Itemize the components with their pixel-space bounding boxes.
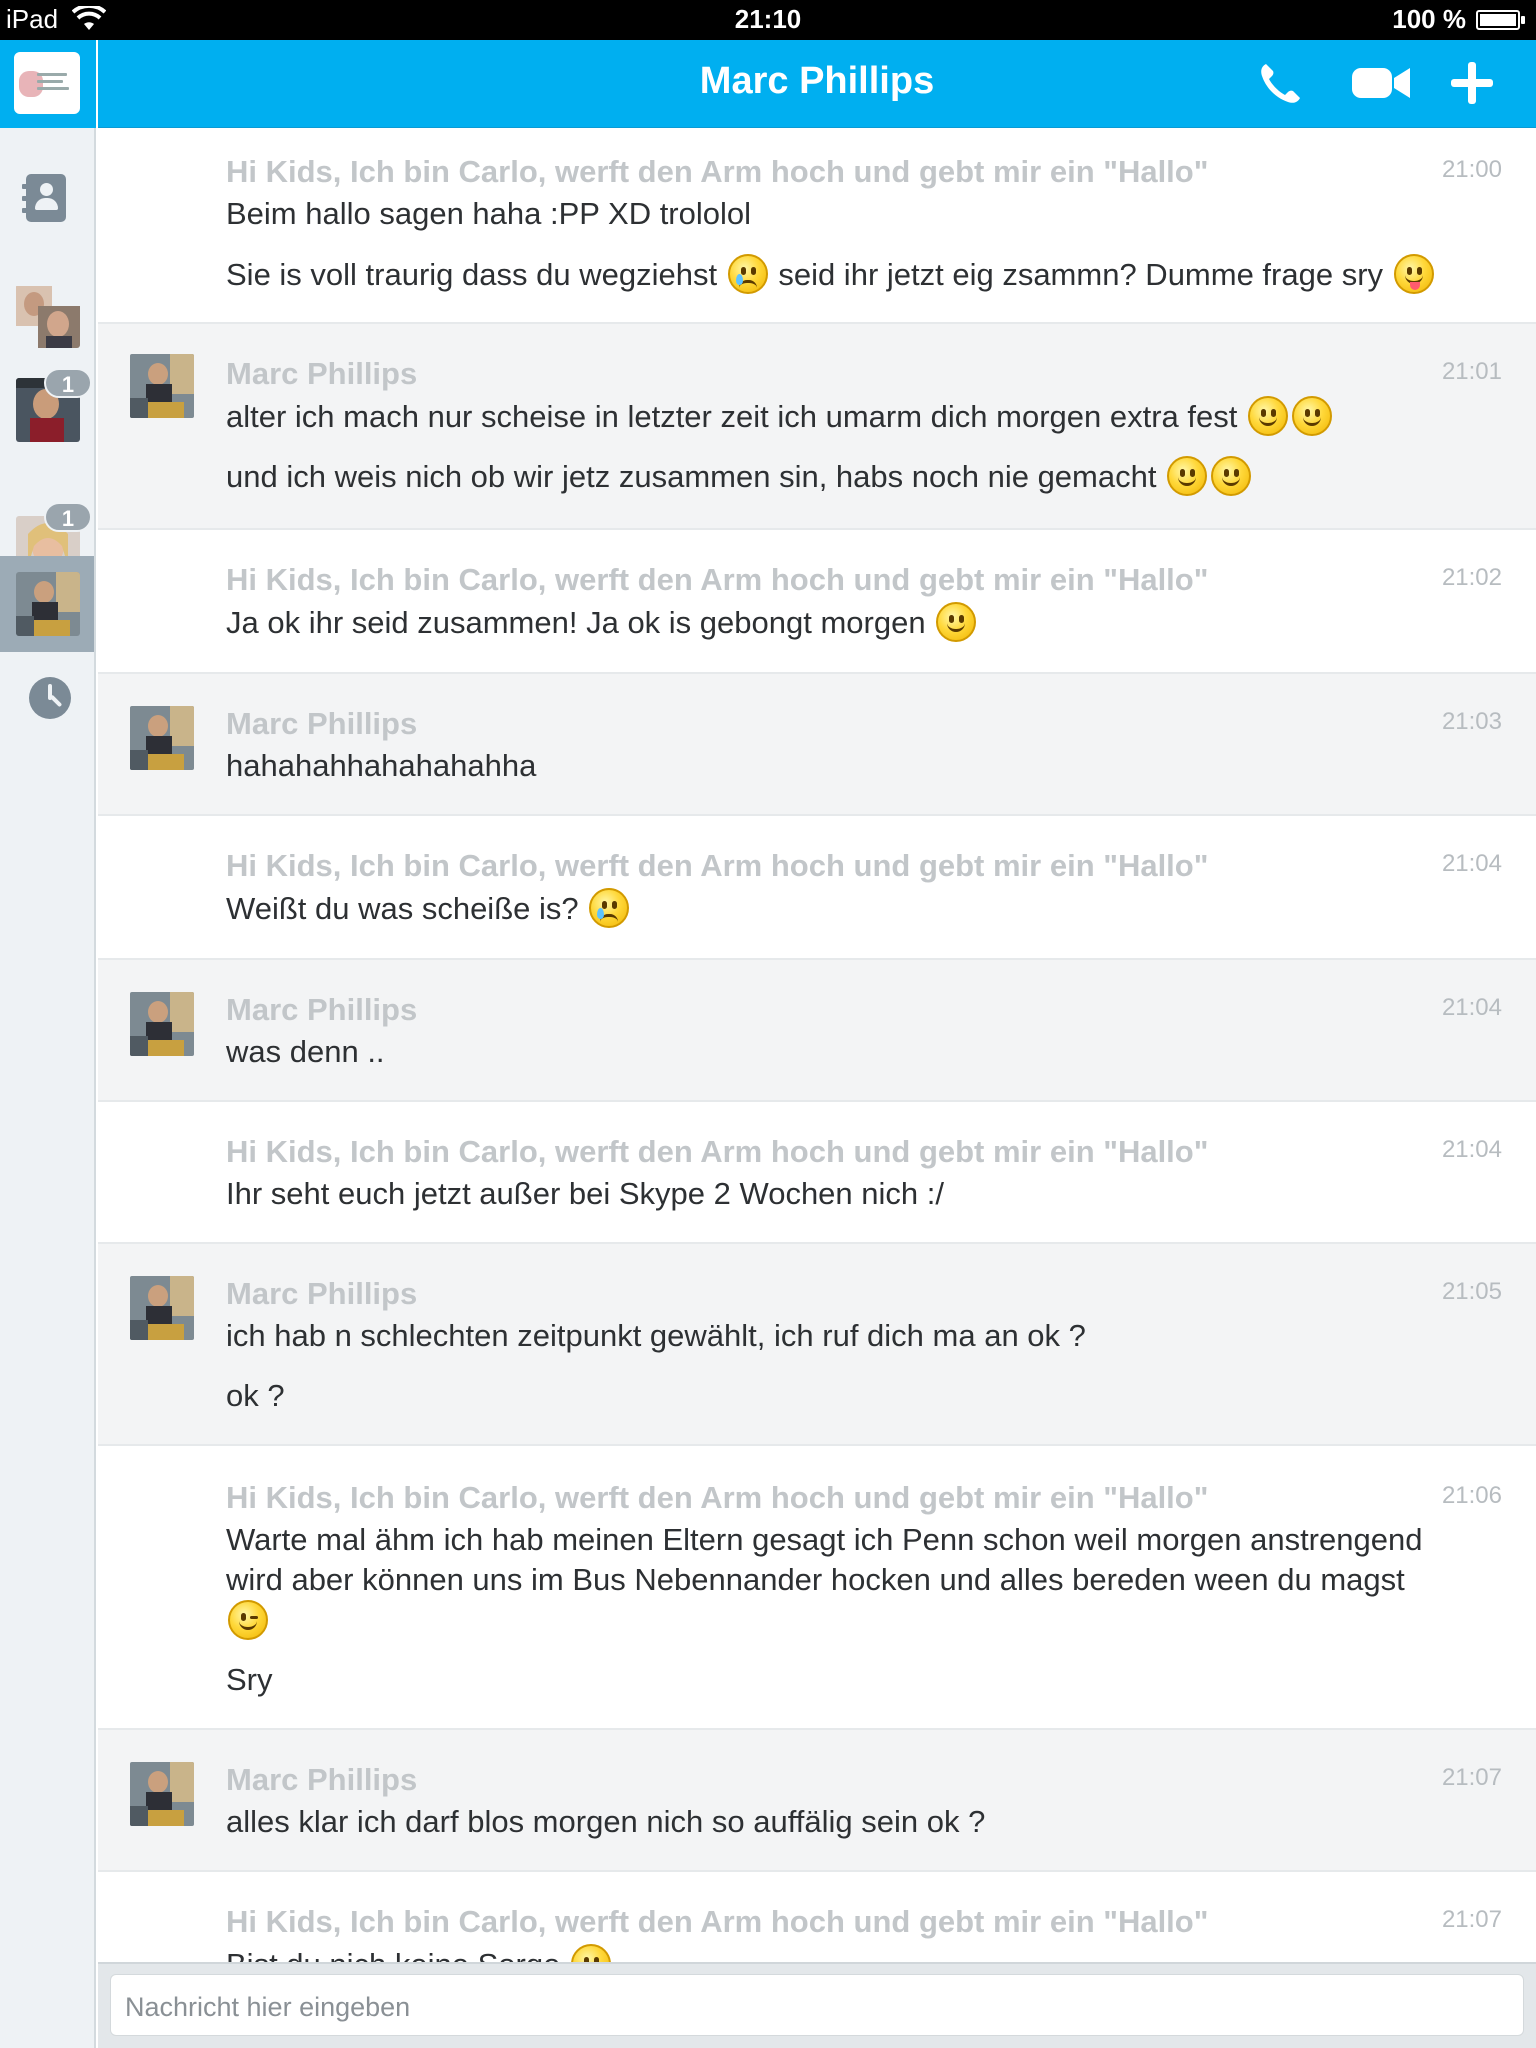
battery-icon (1476, 10, 1525, 30)
message-list[interactable]: Hi Kids, Ich bin Carlo, werft den Arm ho… (98, 128, 1536, 1962)
avatar[interactable] (130, 354, 194, 418)
status-time: 21:10 (734, 4, 802, 34)
message-item: Marc Phillips 21:07 alles klar ich darf … (98, 1730, 1536, 1872)
message-text: Sry (226, 1662, 273, 1697)
chat-title: Marc Phillips (699, 60, 935, 102)
avatar[interactable] (130, 1276, 194, 1340)
message-text: und ich weis nich ob wir jetz zusammen s… (226, 456, 1253, 497)
plus-icon[interactable] (1444, 58, 1500, 108)
smile-emoji-icon (1211, 456, 1252, 496)
smile-emoji-icon (936, 602, 977, 642)
message-sender: Hi Kids, Ich bin Carlo, werft den Arm ho… (226, 1480, 1209, 1515)
message-text: Sie is voll traurig dass du wegziehst se… (226, 254, 1436, 295)
message-sender: Marc Phillips (226, 706, 418, 741)
message-time: 21:04 (1441, 1136, 1502, 1163)
message-text: Bist du nich keine Sorge (226, 1944, 613, 1962)
message-time: 21:05 (1441, 1278, 1502, 1305)
message-text: alles klar ich darf blos morgen nich so … (226, 1804, 986, 1839)
video-icon[interactable] (1350, 58, 1414, 108)
message-text: was denn .. (226, 1034, 385, 1069)
message-time: 21:03 (1441, 708, 1502, 735)
sidebar-item-selected[interactable] (0, 556, 94, 652)
contacts-icon[interactable] (22, 174, 66, 222)
composer-bar: Nachricht hier eingeben (98, 1962, 1536, 2048)
message-time: 21:04 (1441, 994, 1502, 1021)
battery-label: 100 % (1392, 4, 1466, 34)
message-item: Hi Kids, Ich bin Carlo, werft den Arm ho… (98, 816, 1536, 960)
message-text: alter ich mach nur scheise in letzter ze… (226, 396, 1334, 437)
sidebar-item-recent-chat-marc[interactable] (16, 572, 80, 636)
message-time: 21:07 (1441, 1764, 1502, 1791)
message-sender: Marc Phillips (226, 992, 418, 1027)
message-item: Marc Phillips 21:04 was denn .. (98, 960, 1536, 1102)
message-item: Marc Phillips 21:05 ich hab n schlechten… (98, 1244, 1536, 1446)
message-sender: Marc Phillips (226, 1762, 418, 1797)
message-time: 21:01 (1441, 358, 1502, 385)
message-sender: Hi Kids, Ich bin Carlo, werft den Arm ho… (226, 848, 1209, 883)
message-input[interactable]: Nachricht hier eingeben (110, 1974, 1524, 2036)
message-time: 21:02 (1441, 564, 1502, 591)
message-text: hahahahhahahahahha (226, 748, 537, 783)
crying-emoji-icon (727, 254, 768, 294)
avatar[interactable] (130, 706, 194, 770)
message-sender: Marc Phillips (226, 1276, 418, 1311)
sidebar-item-recent-chat-1[interactable] (16, 284, 80, 348)
tongue-emoji-icon (1393, 254, 1434, 294)
smile-emoji-icon (1167, 456, 1208, 496)
wink-emoji-icon (228, 1600, 268, 1640)
message-item: Hi Kids, Ich bin Carlo, werft den Arm ho… (98, 1446, 1536, 1730)
message-time: 21:06 (1441, 1482, 1502, 1509)
unread-badge: 1 (44, 502, 92, 532)
message-item: Hi Kids, Ich bin Carlo, werft den Arm ho… (98, 530, 1536, 674)
avatar[interactable] (130, 992, 194, 1056)
sidebar-header (0, 40, 96, 128)
message-time: 21:00 (1441, 156, 1502, 183)
message-text: Ja ok ihr seid zusammen! Ja ok is gebong… (226, 602, 978, 643)
clock-icon[interactable] (29, 677, 71, 719)
sidebar: 1 1 (0, 40, 96, 2048)
status-bar: iPad 21:10 100 % (0, 0, 1536, 40)
message-item: Hi Kids, Ich bin Carlo, werft den Arm ho… (98, 1872, 1536, 1962)
chat-header: Marc Phillips (98, 40, 1536, 128)
phone-icon[interactable] (1252, 58, 1308, 108)
crying-emoji-icon (589, 888, 630, 928)
message-text: Beim hallo sagen haha :PP XD trololol (226, 196, 752, 231)
avatar[interactable] (130, 1762, 194, 1826)
smile-emoji-icon (1291, 396, 1332, 436)
message-text: ich hab n schlechten zeitpunkt gewählt, … (226, 1318, 1086, 1353)
message-item: Hi Kids, Ich bin Carlo, werft den Arm ho… (98, 128, 1536, 324)
message-time: 21:04 (1441, 850, 1502, 877)
message-sender: Marc Phillips (226, 356, 418, 391)
message-sender: Hi Kids, Ich bin Carlo, werft den Arm ho… (226, 1134, 1209, 1169)
message-item: Hi Kids, Ich bin Carlo, werft den Arm ho… (98, 1102, 1536, 1244)
message-time: 21:07 (1441, 1906, 1502, 1933)
message-text: ok ? (226, 1378, 285, 1413)
message-text: Ihr seht euch jetzt außer bei Skype 2 Wo… (226, 1176, 944, 1211)
message-text: wird aber können uns im Bus Nebennander … (226, 1562, 1405, 1597)
unread-badge: 1 (44, 368, 92, 398)
profile-thumbnail[interactable] (14, 52, 80, 114)
message-text: Weißt du was scheiße is? (226, 888, 631, 929)
crying-emoji-icon (570, 1944, 611, 1962)
message-text (226, 1600, 270, 1641)
message-text: Warte mal ähm ich hab meinen Eltern gesa… (226, 1522, 1423, 1557)
message-sender: Hi Kids, Ich bin Carlo, werft den Arm ho… (226, 562, 1209, 597)
message-sender: Hi Kids, Ich bin Carlo, werft den Arm ho… (226, 1904, 1209, 1939)
message-item: Marc Phillips 21:03 hahahahhahahahahha (98, 674, 1536, 816)
message-sender: Hi Kids, Ich bin Carlo, werft den Arm ho… (226, 154, 1209, 189)
smile-emoji-icon (1247, 396, 1288, 436)
message-item: Marc Phillips 21:01 alter ich mach nur s… (98, 324, 1536, 530)
